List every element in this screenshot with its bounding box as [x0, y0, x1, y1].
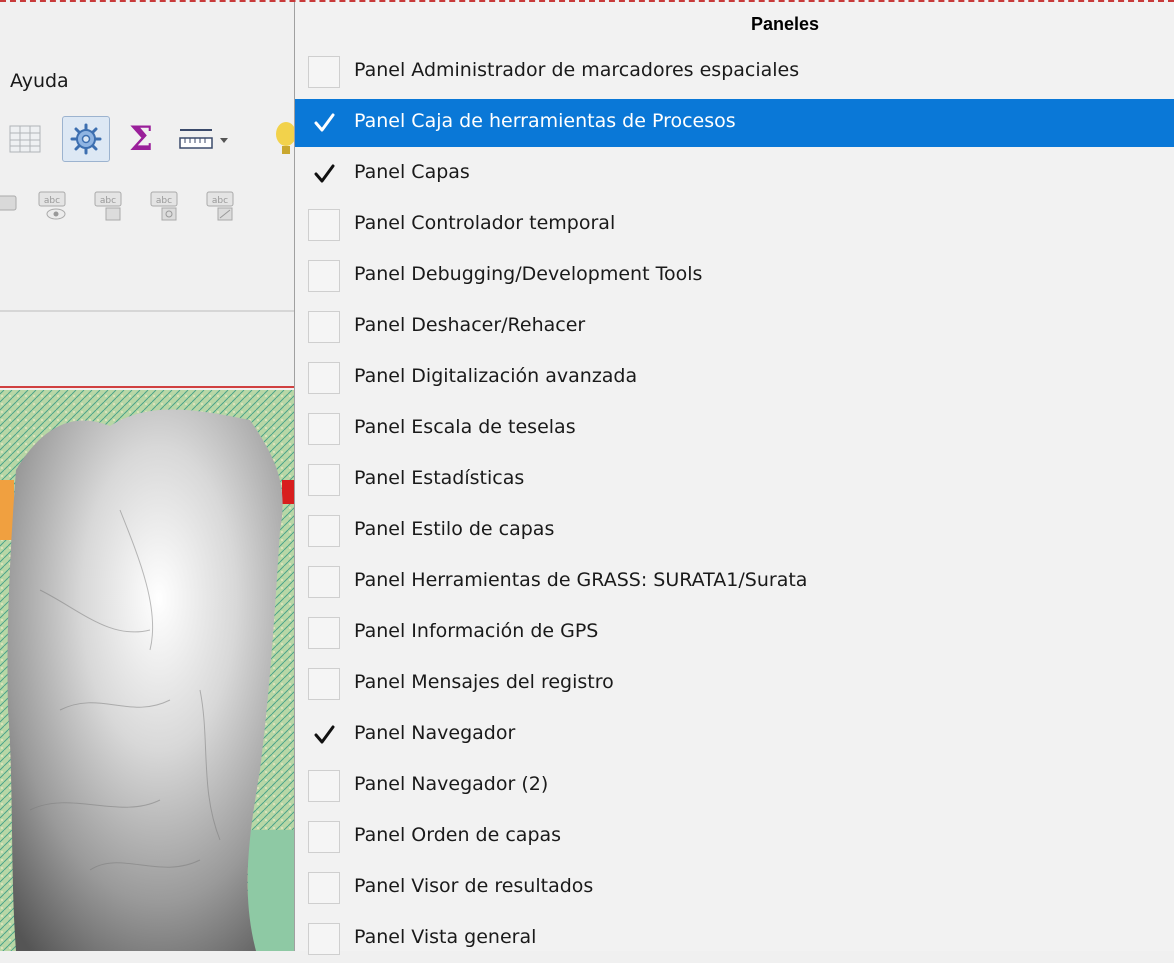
panel-menu-item[interactable]: Panel Estilo de capas	[295, 507, 1174, 555]
panel-menu-item-label: Panel Caja de herramientas de Procesos	[354, 110, 736, 132]
checkbox-empty[interactable]	[308, 362, 340, 394]
checkmark-icon[interactable]	[308, 158, 340, 190]
panel-menu-item-label: Panel Herramientas de GRASS: SURATA1/Sur…	[354, 569, 808, 591]
panel-menu-item[interactable]: Panel Estadísticas	[295, 456, 1174, 504]
checkbox-empty[interactable]	[308, 770, 340, 802]
svg-text:abc: abc	[44, 196, 60, 206]
checkbox-empty[interactable]	[308, 668, 340, 700]
measure-ruler-icon[interactable]	[178, 124, 234, 156]
checkmark-icon[interactable]	[308, 719, 340, 751]
qgis-main-window: Ayuda Σ abc abc abc abc	[0, 0, 294, 951]
processing-toolbox-icon[interactable]	[62, 116, 110, 162]
panels-menu: Paneles Panel Administrador de marcadore…	[294, 0, 1174, 955]
panel-menu-item-label: Panel Capas	[354, 161, 470, 183]
toolbar-empty	[0, 244, 294, 312]
attribute-table-icon[interactable]	[8, 122, 42, 156]
panel-area	[0, 312, 294, 384]
checkbox-empty[interactable]	[308, 617, 340, 649]
checkbox-empty[interactable]	[308, 923, 340, 955]
panel-menu-item-label: Panel Escala de teselas	[354, 416, 576, 438]
panel-menu-item[interactable]: Panel Orden de capas	[295, 813, 1174, 861]
label-rotate-icon[interactable]: abc	[148, 188, 182, 226]
panel-menu-item-label: Panel Mensajes del registro	[354, 671, 614, 693]
panels-menu-title: Paneles	[750, 14, 820, 34]
panel-menu-item-label: Panel Vista general	[354, 926, 537, 948]
panel-menu-item-label: Panel Navegador (2)	[354, 773, 549, 795]
svg-text:abc: abc	[212, 196, 228, 206]
panel-menu-item-label: Panel Deshacer/Rehacer	[354, 314, 586, 336]
panel-menu-item[interactable]: Panel Vista general	[295, 915, 1174, 963]
toolbar-analysis: Σ	[0, 110, 294, 168]
panel-menu-item-label: Panel Navegador	[354, 722, 516, 744]
label-change-icon[interactable]: abc	[204, 188, 238, 226]
checkbox-empty[interactable]	[308, 260, 340, 292]
panel-menu-item-label: Panel Estadísticas	[354, 467, 525, 489]
checkbox-empty[interactable]	[308, 56, 340, 88]
tips-icon[interactable]	[268, 120, 294, 160]
panel-menu-item[interactable]: Panel Mensajes del registro	[295, 660, 1174, 708]
checkbox-empty[interactable]	[308, 209, 340, 241]
label-show-icon[interactable]: abc	[36, 188, 70, 226]
menu-help[interactable]: Ayuda	[10, 70, 69, 92]
panel-menu-item[interactable]: Panel Deshacer/Rehacer	[295, 303, 1174, 351]
panel-menu-item[interactable]: Panel Información de GPS	[295, 609, 1174, 657]
panel-menu-item[interactable]: Panel Escala de teselas	[295, 405, 1174, 453]
panel-menu-item-label: Panel Controlador temporal	[354, 212, 616, 234]
checkbox-empty[interactable]	[308, 566, 340, 598]
checkbox-empty[interactable]	[308, 464, 340, 496]
panel-menu-item-label: Panel Visor de resultados	[354, 875, 594, 897]
svg-text:abc: abc	[100, 196, 116, 206]
panel-menu-item[interactable]: Panel Capas	[295, 150, 1174, 198]
canvas-border	[0, 386, 294, 388]
panel-menu-item[interactable]: Panel Visor de resultados	[295, 864, 1174, 912]
panel-menu-item[interactable]: Panel Herramientas de GRASS: SURATA1/Sur…	[295, 558, 1174, 606]
checkbox-empty[interactable]	[308, 515, 340, 547]
panel-menu-item-label: Panel Administrador de marcadores espaci…	[354, 59, 800, 81]
panel-menu-item-label: Panel Orden de capas	[354, 824, 562, 846]
window-edge-line	[0, 0, 1174, 2]
checkmark-icon[interactable]	[308, 107, 340, 139]
checkbox-empty[interactable]	[308, 821, 340, 853]
svg-text:abc: abc	[156, 196, 172, 206]
panel-menu-item-label: Panel Información de GPS	[354, 620, 599, 642]
panel-menu-item[interactable]: Panel Caja de herramientas de Procesos	[295, 99, 1174, 147]
panel-menu-item[interactable]: Panel Controlador temporal	[295, 201, 1174, 249]
label-tool-icon[interactable]	[0, 188, 20, 226]
checkbox-empty[interactable]	[308, 311, 340, 343]
panel-menu-item-label: Panel Debugging/Development Tools	[354, 263, 703, 285]
panel-menu-item[interactable]: Panel Administrador de marcadores espaci…	[295, 48, 1174, 96]
map-canvas[interactable]	[0, 390, 294, 951]
panel-menu-item[interactable]: Panel Navegador	[295, 711, 1174, 759]
panel-menu-item[interactable]: Panel Digitalización avanzada	[295, 354, 1174, 402]
panel-menu-item-label: Panel Estilo de capas	[354, 518, 555, 540]
panel-menu-item[interactable]: Panel Debugging/Development Tools	[295, 252, 1174, 300]
toolbar-labels: abc abc abc abc	[0, 180, 294, 234]
statistics-sigma-icon[interactable]: Σ	[122, 118, 160, 160]
checkbox-empty[interactable]	[308, 413, 340, 445]
checkbox-empty[interactable]	[308, 872, 340, 904]
label-pin-icon[interactable]: abc	[92, 188, 126, 226]
panel-menu-item[interactable]: Panel Navegador (2)	[295, 762, 1174, 810]
panel-menu-item-label: Panel Digitalización avanzada	[354, 365, 638, 387]
menu-bar: Ayuda	[0, 58, 294, 102]
